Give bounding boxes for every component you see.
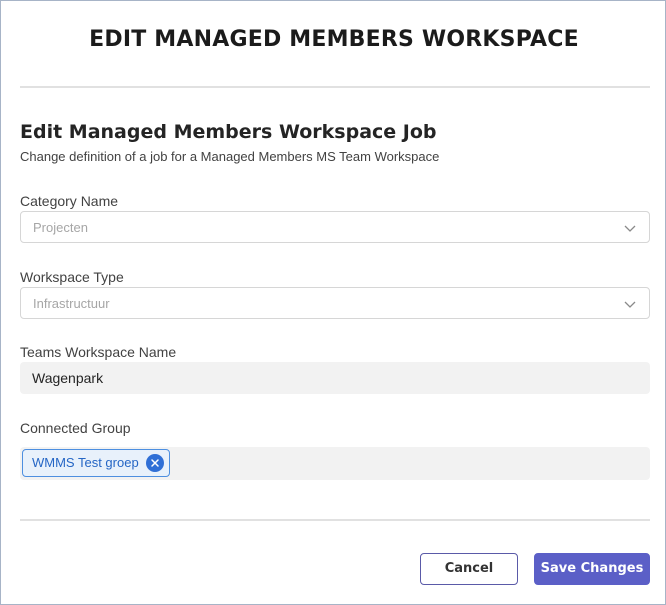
workspace-type-value: Infrastructuur <box>33 296 110 311</box>
header-divider <box>20 86 650 88</box>
section-description: Change definition of a job for a Managed… <box>20 149 440 164</box>
chevron-down-icon <box>623 221 637 235</box>
chevron-down-icon <box>623 297 637 311</box>
category-name-value: Projecten <box>33 220 88 235</box>
connected-group-label: Connected Group <box>20 420 131 436</box>
footer-divider <box>20 519 650 521</box>
workspace-type-label: Workspace Type <box>20 269 124 285</box>
teams-workspace-name-value: Wagenpark <box>32 370 104 386</box>
section-title: Edit Managed Members Workspace Job <box>20 121 437 143</box>
teams-workspace-name-input[interactable]: Wagenpark <box>20 362 650 394</box>
dialog-title: EDIT MANAGED MEMBERS WORKSPACE <box>89 27 579 52</box>
connected-group-picker[interactable]: WMMS Test groep <box>20 447 650 480</box>
edit-workspace-dialog: EDIT MANAGED MEMBERS WORKSPACE Edit Mana… <box>0 0 666 605</box>
category-name-label: Category Name <box>20 193 119 209</box>
save-changes-button[interactable]: Save Changes <box>534 553 650 585</box>
cancel-button[interactable]: Cancel <box>420 553 518 585</box>
workspace-type-dropdown[interactable]: Infrastructuur <box>20 287 650 319</box>
category-name-dropdown[interactable]: Projecten <box>20 211 650 243</box>
close-circle-icon[interactable] <box>145 454 164 472</box>
connected-group-chip-label: WMMS Test groep <box>32 455 139 470</box>
connected-group-chip[interactable]: WMMS Test groep <box>22 449 170 477</box>
teams-workspace-name-label: Teams Workspace Name <box>20 344 177 360</box>
